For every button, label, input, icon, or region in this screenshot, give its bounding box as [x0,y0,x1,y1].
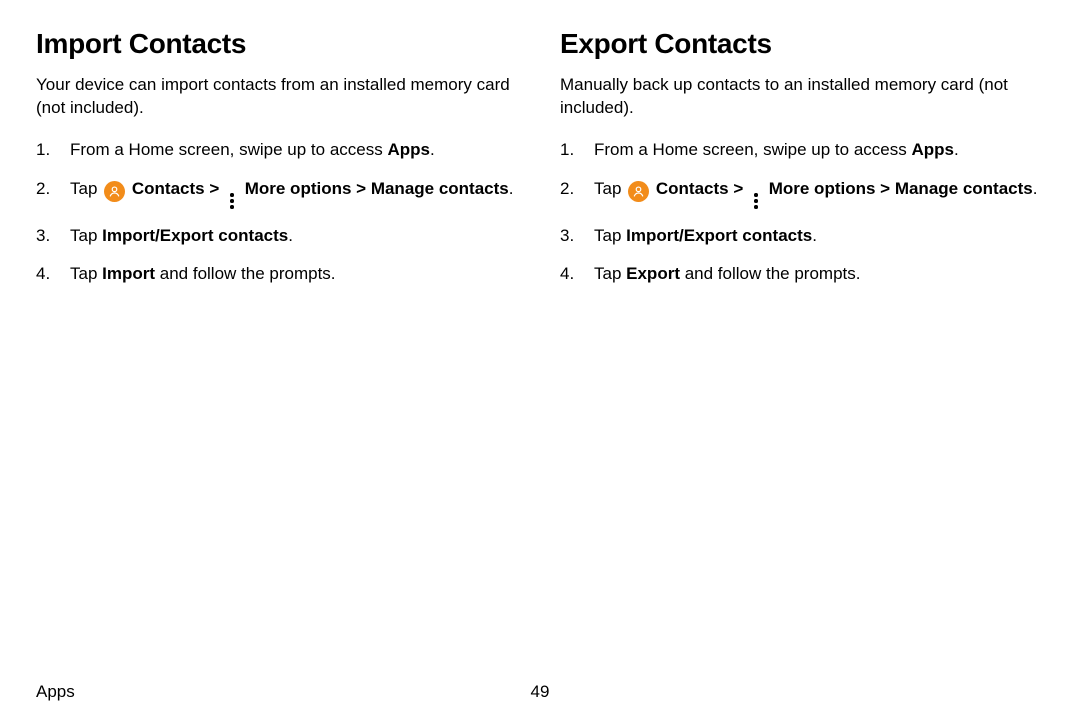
arrow: > [729,179,748,198]
contacts-icon [104,181,125,202]
text: Tap [594,179,626,198]
more-options-icon [750,192,762,210]
text: . [430,140,435,159]
text: and follow the prompts. [680,264,860,283]
text: . [812,226,817,245]
text: . [954,140,959,159]
two-column-layout: Import Contacts Your device can import c… [36,28,1044,301]
apps-bold: Apps [911,140,954,159]
import-steps: From a Home screen, swipe up to access A… [36,138,520,287]
arrow: > [205,179,224,198]
export-intro: Manually back up contacts to an installe… [560,74,1044,120]
import-export-bold: Import/Export contacts [626,226,812,245]
import-step-2: Tap Contacts > More options > Manage con… [36,177,520,210]
import-step-1: From a Home screen, swipe up to access A… [36,138,520,163]
page-number: 49 [531,682,550,702]
text: Tap [594,226,626,245]
arrow: > [875,179,894,198]
text: and follow the prompts. [155,264,335,283]
more-options-icon [226,192,238,210]
export-steps: From a Home screen, swipe up to access A… [560,138,1044,287]
export-step-4: Tap Export and follow the prompts. [560,262,1044,287]
import-export-bold: Import/Export contacts [102,226,288,245]
import-step-3: Tap Import/Export contacts. [36,224,520,249]
text: From a Home screen, swipe up to access [70,140,387,159]
manage-contacts-bold: Manage contacts [371,179,509,198]
text: . [1033,179,1038,198]
import-heading: Import Contacts [36,28,520,60]
export-heading: Export Contacts [560,28,1044,60]
export-column: Export Contacts Manually back up contact… [560,28,1044,301]
text: Tap [70,264,102,283]
arrow: > [351,179,370,198]
more-options-bold: More options [769,179,876,198]
manage-contacts-bold: Manage contacts [895,179,1033,198]
export-bold: Export [626,264,680,283]
export-step-2: Tap Contacts > More options > Manage con… [560,177,1044,210]
text: Tap [70,179,102,198]
text: Tap [70,226,102,245]
more-options-bold: More options [245,179,352,198]
import-intro: Your device can import contacts from an … [36,74,520,120]
footer-section-label: Apps [36,682,75,702]
export-step-3: Tap Import/Export contacts. [560,224,1044,249]
text: . [509,179,514,198]
contacts-bold: Contacts [132,179,205,198]
export-step-1: From a Home screen, swipe up to access A… [560,138,1044,163]
import-step-4: Tap Import and follow the prompts. [36,262,520,287]
import-bold: Import [102,264,155,283]
apps-bold: Apps [387,140,430,159]
text: Tap [594,264,626,283]
import-column: Import Contacts Your device can import c… [36,28,520,301]
contacts-bold: Contacts [656,179,729,198]
text: From a Home screen, swipe up to access [594,140,911,159]
text: . [288,226,293,245]
contacts-icon [628,181,649,202]
